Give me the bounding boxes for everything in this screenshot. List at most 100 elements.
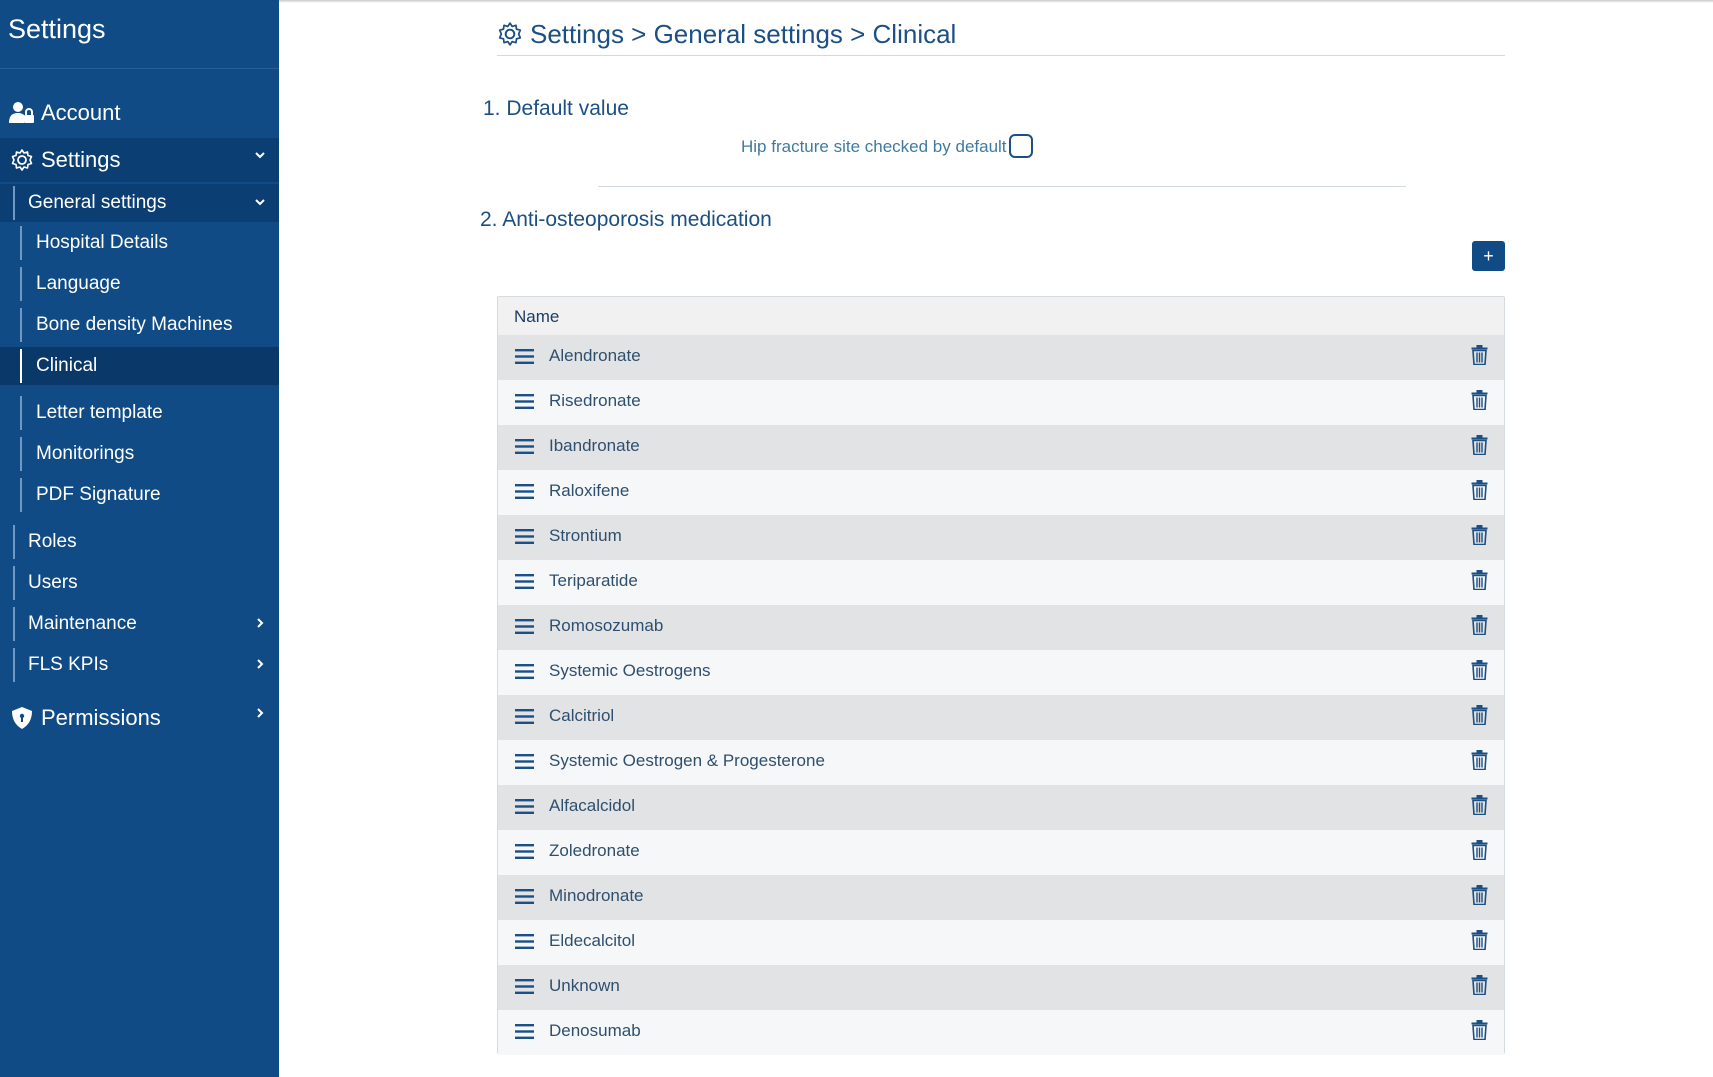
add-medication-button[interactable]: + (1472, 241, 1505, 271)
table-row[interactable]: Raloxifene (498, 470, 1504, 515)
table-row[interactable]: Alendronate (498, 335, 1504, 380)
trash-icon[interactable] (1471, 975, 1488, 995)
sidebar-item-bone-density-machines[interactable]: Bone density Machines (0, 306, 279, 344)
table-row[interactable]: Unknown (498, 965, 1504, 1010)
table-row[interactable]: Alfacalcidol (498, 785, 1504, 830)
sidebar-item-permissions[interactable]: Permissions (0, 696, 279, 740)
medication-name: Systemic Oestrogen & Progesterone (549, 751, 825, 770)
trash-icon[interactable] (1471, 390, 1488, 410)
table-row[interactable]: Teriparatide (498, 560, 1504, 605)
trash-icon[interactable] (1471, 615, 1488, 635)
table-row[interactable]: Romosozumab (498, 605, 1504, 650)
trash-icon[interactable] (1471, 570, 1488, 590)
sidebar-item-label: FLS KPIs (28, 654, 109, 675)
sidebar-item-fls-kpis[interactable]: FLS KPIs (0, 646, 279, 684)
sidebar-item-monitorings[interactable]: Monitorings (0, 435, 279, 473)
sidebar-indent-bar (20, 437, 22, 471)
drag-handle-icon[interactable] (515, 619, 534, 634)
sidebar-item-label: Maintenance (28, 613, 137, 634)
drag-handle-icon[interactable] (515, 439, 534, 454)
trash-icon[interactable] (1471, 750, 1488, 770)
sidebar-item-language[interactable]: Language (0, 265, 279, 303)
table-row[interactable]: Denosumab (498, 1010, 1504, 1055)
drag-handle-icon[interactable] (515, 754, 534, 769)
column-header-name: Name (514, 307, 560, 326)
chevron-right-icon (257, 708, 264, 718)
sidebar-item-users[interactable]: Users (0, 564, 279, 602)
sidebar-item-maintenance[interactable]: Maintenance (0, 605, 279, 643)
trash-icon[interactable] (1471, 435, 1488, 455)
sidebar-item-roles[interactable]: Roles (0, 523, 279, 561)
medication-name: Teriparatide (549, 571, 638, 590)
shield-icon (12, 707, 32, 729)
gear-icon (498, 22, 522, 46)
trash-icon[interactable] (1471, 705, 1488, 725)
sidebar-item-label: Permissions (41, 705, 161, 730)
drag-handle-icon[interactable] (515, 979, 534, 994)
trash-icon[interactable] (1471, 1020, 1488, 1040)
chevron-right-icon (257, 659, 264, 669)
breadcrumb: Settings > General settings > Clinical (497, 16, 956, 52)
sidebar-indent-bar (20, 396, 22, 430)
sidebar-item-label: Monitorings (36, 443, 135, 464)
trash-icon[interactable] (1471, 885, 1488, 905)
table-row[interactable]: Calcitriol (498, 695, 1504, 740)
sidebar-item-label: Roles (28, 531, 77, 552)
drag-handle-icon[interactable] (515, 484, 534, 499)
hip-fracture-checkbox[interactable] (1009, 134, 1033, 158)
sidebar-item-letter-template[interactable]: Letter template (0, 394, 279, 432)
medication-name: Alendronate (549, 346, 641, 365)
drag-handle-icon[interactable] (515, 664, 534, 679)
table-row[interactable]: Eldecalcitol (498, 920, 1504, 965)
trash-icon[interactable] (1471, 345, 1488, 365)
table-row[interactable]: Systemic Oestrogens (498, 650, 1504, 695)
sidebar-item-label: Letter template (36, 402, 163, 423)
table-row[interactable]: Risedronate (498, 380, 1504, 425)
medication-name: Minodronate (549, 886, 644, 905)
medication-name: Romosozumab (549, 616, 664, 635)
sidebar-item-label: General settings (28, 192, 167, 213)
table-row[interactable]: Minodronate (498, 875, 1504, 920)
drag-handle-icon[interactable] (515, 889, 534, 904)
medication-name: Risedronate (549, 391, 641, 410)
drag-handle-icon[interactable] (515, 574, 534, 589)
trash-icon[interactable] (1471, 525, 1488, 545)
sidebar-item-clinical[interactable]: Clinical (0, 347, 279, 385)
drag-handle-icon[interactable] (515, 844, 534, 859)
sidebar-indent-bar (13, 186, 15, 220)
sidebar-divider (0, 68, 279, 69)
sidebar-indent-bar (13, 525, 15, 559)
table-row[interactable]: Ibandronate (498, 425, 1504, 470)
drag-handle-icon[interactable] (515, 799, 534, 814)
sidebar-item-hospital-details[interactable]: Hospital Details (0, 224, 279, 262)
table-row[interactable]: Zoledronate (498, 830, 1504, 875)
sidebar-item-label: Settings (41, 147, 121, 172)
sidebar-item-general-settings[interactable]: General settings (0, 184, 279, 222)
trash-icon[interactable] (1471, 930, 1488, 950)
sidebar-item-settings[interactable]: Settings (0, 138, 279, 182)
trash-icon[interactable] (1471, 480, 1488, 500)
drag-handle-icon[interactable] (515, 529, 534, 544)
trash-icon[interactable] (1471, 840, 1488, 860)
drag-handle-icon[interactable] (515, 394, 534, 409)
sidebar-item-label: Account (41, 100, 121, 125)
sidebar-indent-bar (20, 226, 22, 260)
sidebar-indent-bar (13, 566, 15, 600)
trash-icon[interactable] (1471, 660, 1488, 680)
medication-name: Eldecalcitol (549, 931, 635, 950)
sidebar-item-label: PDF Signature (36, 484, 161, 505)
drag-handle-icon[interactable] (515, 349, 534, 364)
trash-icon[interactable] (1471, 795, 1488, 815)
sidebar-indent-bar (20, 267, 22, 301)
drag-handle-icon[interactable] (515, 1024, 534, 1039)
table-row[interactable]: Strontium (498, 515, 1504, 560)
table-row[interactable]: Systemic Oestrogen & Progesterone (498, 740, 1504, 785)
sidebar-item-pdf-signature[interactable]: PDF Signature (0, 476, 279, 514)
sidebar-item-account[interactable]: Account (0, 91, 279, 135)
drag-handle-icon[interactable] (515, 934, 534, 949)
gear-icon (11, 149, 33, 171)
drag-handle-icon[interactable] (515, 709, 534, 724)
breadcrumb-divider (497, 55, 1505, 56)
hip-fracture-label: Hip fracture site checked by default (741, 137, 1007, 156)
table-header: Name (498, 297, 1504, 336)
